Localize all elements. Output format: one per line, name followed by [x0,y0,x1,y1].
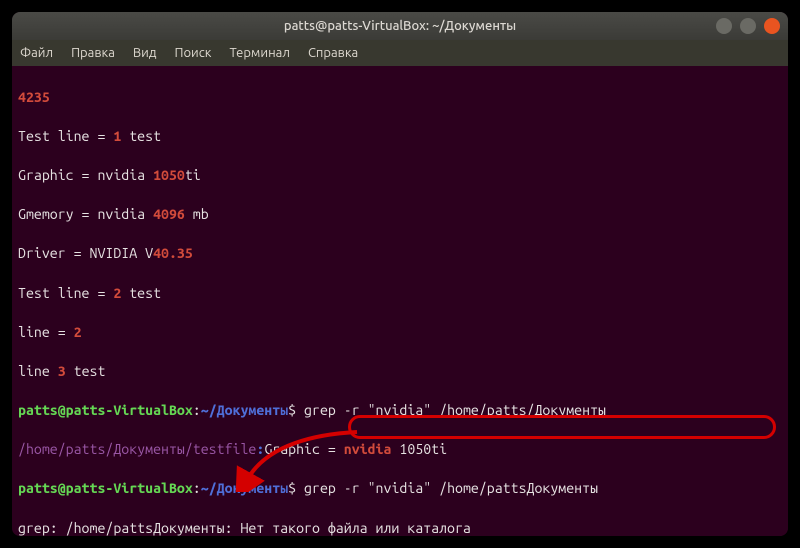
error-line: grep: /home/pattsДокументы: Нет такого ф… [18,519,782,536]
output-line: Driver = NVIDIA V40.35 [18,244,782,264]
menu-bar: Файл Правка Вид Поиск Терминал Справка [12,40,788,66]
output-line: Gmemory = nvidia 4096 mb [18,205,782,225]
window-titlebar[interactable]: patts@patts-VirtualBox: ~/Документы [12,12,788,40]
menu-help[interactable]: Справка [308,46,358,60]
menu-edit[interactable]: Правка [71,46,115,60]
terminal-window: patts@patts-VirtualBox: ~/Документы Файл… [12,12,788,536]
menu-terminal[interactable]: Терминал [229,46,289,60]
output-line: Test line = 2 test [18,284,782,304]
output-line: 4235 [18,88,782,108]
menu-view[interactable]: Вид [133,46,157,60]
close-button[interactable] [764,18,780,34]
menu-search[interactable]: Поиск [174,46,211,60]
window-controls [716,18,780,34]
output-line: line = 2 [18,323,782,343]
menu-file[interactable]: Файл [20,46,53,60]
minimize-button[interactable] [716,18,732,34]
terminal-body[interactable]: 4235 Test line = 1 test Graphic = nvidia… [12,66,788,536]
output-line: Graphic = nvidia 1050ti [18,166,782,186]
output-line: line 3 test [18,362,782,382]
prompt-line: patts@patts-VirtualBox:~/Документы$ grep… [18,401,782,421]
output-line: Test line = 1 test [18,127,782,147]
grep-result: /home/patts/Документы/testfile:Graphic =… [18,440,782,460]
maximize-button[interactable] [740,18,756,34]
window-title: patts@patts-VirtualBox: ~/Документы [22,19,778,33]
prompt-line: patts@patts-VirtualBox:~/Документы$ grep… [18,479,782,499]
